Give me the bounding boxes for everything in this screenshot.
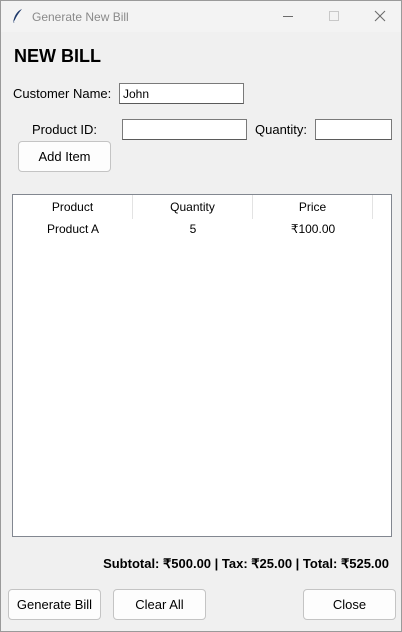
column-header-product[interactable]: Product — [13, 195, 133, 219]
minimize-icon — [283, 16, 293, 17]
table-header: Product Quantity Price — [13, 195, 391, 219]
close-window-button[interactable] — [357, 1, 402, 32]
clear-all-button[interactable]: Clear All — [113, 589, 206, 620]
quantity-input[interactable] — [315, 119, 392, 140]
maximize-button[interactable] — [311, 1, 357, 32]
minimize-button[interactable] — [265, 1, 311, 32]
items-table[interactable]: Product Quantity Price Product A 5 ₹100.… — [12, 194, 392, 537]
quantity-label: Quantity: — [255, 122, 308, 137]
close-icon — [374, 10, 386, 22]
table-row[interactable]: Product A 5 ₹100.00 — [13, 219, 391, 239]
product-id-label: Product ID: — [32, 122, 98, 137]
bill-window: Generate New Bill NEW BILL Customer Name… — [0, 0, 402, 632]
column-header-filler — [373, 195, 391, 219]
bill-totals: Subtotal: ₹500.00 | Tax: ₹25.00 | Total:… — [103, 556, 389, 571]
page-title: NEW BILL — [14, 46, 101, 66]
maximize-icon — [329, 11, 339, 21]
cell-price: ₹100.00 — [290, 222, 336, 236]
cell-product: Product A — [46, 222, 100, 236]
generate-bill-button[interactable]: Generate Bill — [8, 589, 101, 620]
add-item-button[interactable]: Add Item — [18, 141, 111, 172]
feather-icon — [11, 8, 25, 24]
cell-quantity: 5 — [189, 222, 197, 236]
customer-name-label: Customer Name: — [13, 86, 112, 101]
customer-name-input[interactable] — [119, 83, 244, 104]
title-bar[interactable]: Generate New Bill — [1, 1, 401, 32]
column-header-price[interactable]: Price — [253, 195, 373, 219]
column-header-quantity[interactable]: Quantity — [133, 195, 253, 219]
window-title: Generate New Bill — [32, 10, 129, 24]
product-id-input[interactable] — [122, 119, 247, 140]
close-button[interactable]: Close — [303, 589, 396, 620]
